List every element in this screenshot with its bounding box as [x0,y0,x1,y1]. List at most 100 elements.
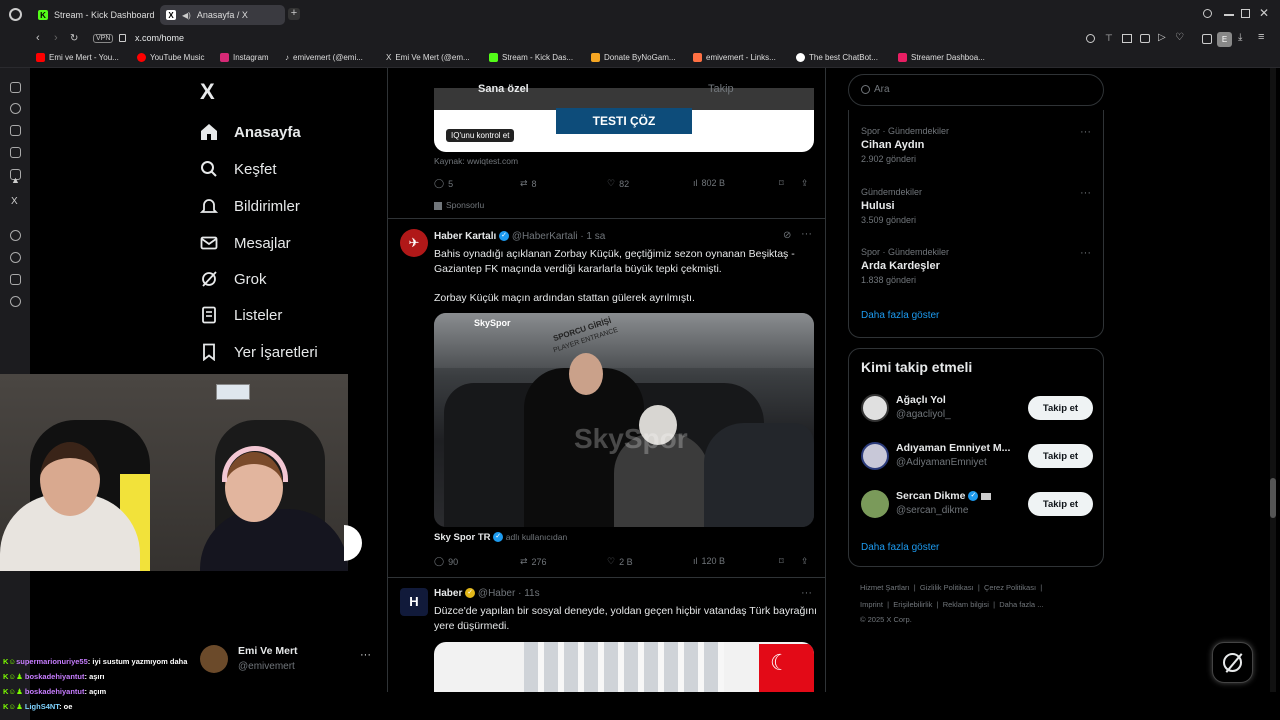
search-box[interactable]: Ara [848,74,1104,106]
follow-suggestion[interactable]: Ağaçlı Yol @agacliyol_ Takip et [861,391,1093,427]
profile-avatar[interactable]: E [1217,32,1232,47]
history-icon[interactable] [10,103,21,114]
footer-link[interactable]: Daha fazla ... [999,600,1043,609]
tweet[interactable]: H Haber ✓ @Haber · 11s ··· Düzce'de yapı… [388,578,825,692]
tweet[interactable]: ✈ Haber Kartalı ✓ @HaberKartali · 1 sa ⊘… [388,219,825,577]
heart-icon[interactable]: ♡ [1175,32,1184,43]
pinboard-icon[interactable] [10,125,21,136]
send-icon[interactable]: ▷ [1158,32,1166,43]
menu-icon[interactable]: ≡ [1258,31,1264,43]
follow-button[interactable]: Takip et [1028,444,1093,468]
more-options-icon[interactable]: ··· [1080,247,1091,259]
reply-button[interactable]: ◯ 90 [434,556,458,567]
bookmark-button[interactable]: ⌑ [779,178,784,189]
search-tabs-icon[interactable] [1203,9,1212,18]
opera-logo-icon[interactable] [9,8,22,21]
more-options-icon[interactable]: ··· [1080,187,1091,199]
gear-icon[interactable] [10,296,21,307]
more-options-icon[interactable]: ··· [801,228,812,240]
share-button[interactable]: ⇪ [801,556,809,567]
zoom-icon[interactable] [1086,34,1095,43]
footer-link[interactable]: Imprint [860,600,883,609]
snapshot-icon[interactable] [1122,34,1132,43]
scrollbar-thumb[interactable] [1270,478,1276,518]
share-button[interactable]: ⇪ [801,178,809,189]
footer-link[interactable]: Gizlilik Politikası [920,583,974,592]
tab-x-home[interactable]: X ◀) Anasayfa / X [160,5,285,25]
bookmark-item[interactable]: The best ChatBot... [796,53,878,62]
bookmark-item[interactable]: Streamer Dashboa... [898,53,985,62]
download-icon[interactable]: ⤓ [1238,32,1242,43]
like-button[interactable]: ♡ 82 [607,178,629,189]
nav-bookmarks[interactable]: Yer İşaretleri [200,338,318,366]
vpn-badge[interactable]: VPN [93,34,114,43]
follow-button[interactable]: Takip et [1028,492,1093,516]
nav-messages[interactable]: Mesajlar [200,229,291,257]
footer-link[interactable]: Hizmet Şartları [860,583,910,592]
avatar[interactable] [861,490,889,518]
tweet-time[interactable]: · 11s [518,588,540,599]
new-tab-button[interactable]: + [288,8,300,20]
credit-name[interactable]: Sky Spor TR [434,532,491,543]
nav-explore[interactable]: Keşfet [200,155,277,183]
minimize-button[interactable] [1224,14,1234,16]
reload-icon[interactable]: ↻ [70,33,78,44]
clock-icon[interactable] [10,252,21,263]
avatar[interactable] [861,394,889,422]
tab-following[interactable]: Takip [708,83,734,95]
ad-cta-button[interactable]: TESTI ÇÖZ [556,108,692,134]
pin-icon[interactable]: ⊤ [1105,33,1113,44]
nav-lists[interactable]: Listeler [200,301,282,329]
bookmark-item[interactable]: emivemert - Links... [693,53,776,62]
back-icon[interactable]: ‹ [36,32,40,44]
aria-icon[interactable]: ▲ [11,175,20,185]
tweet-media-video[interactable]: SPORCU GİRİŞİ PLAYER ENTRANCE SkySpor Sk… [434,313,814,527]
tab-kick-dashboard[interactable]: K Stream - Kick Dashboard [32,5,158,25]
views-button[interactable]: ıl 802 B [693,178,725,188]
more-options-icon[interactable]: ··· [801,587,812,599]
bookmark-item[interactable]: X Emi Ve Mert (@em... [386,53,470,62]
tweet-handle[interactable]: @HaberKartali [512,231,578,242]
maximize-button[interactable] [1241,9,1250,18]
bookmark-item[interactable]: Stream - Kick Das... [489,53,573,62]
tweet-author[interactable]: Haber [434,588,462,599]
follow-suggestion[interactable]: Sercan Dikme ✓ @sercan_dikme Takip et [861,487,1093,523]
settings-icon[interactable] [10,230,21,241]
tweet-time[interactable]: · 1 sa [580,231,605,242]
footer-link[interactable]: Reklam bilgisi [943,600,989,609]
more-options-icon[interactable]: ··· [1080,126,1091,138]
bookmark-button[interactable]: ⌑ [779,556,784,567]
footer-link[interactable]: Erişilebilirlik [893,600,932,609]
wallet-icon[interactable] [10,147,21,158]
bookmark-item[interactable]: YouTube Music [137,53,205,62]
grok-floating-button[interactable] [1212,642,1253,683]
retweet-button[interactable]: ⇄ 276 [520,556,547,567]
nav-grok[interactable]: Grok [200,265,267,293]
ad-source[interactable]: Kaynak: wwiqtest.com [434,156,518,166]
address-bar[interactable]: x.com/home [135,33,184,43]
bookmark-item[interactable]: ♪ emivemert (@emi... [285,53,363,62]
grok-action-icon[interactable]: ⊘ [783,230,791,241]
like-button[interactable]: ♡ 2 B [607,556,633,567]
x-app-icon[interactable]: X [11,196,18,207]
follow-button[interactable]: Takip et [1028,396,1093,420]
reply-button[interactable]: ◯ 5 [434,178,453,189]
bookmark-item[interactable]: Donate ByNoGam... [591,53,676,62]
trend-item[interactable]: Spor · Gündemdekiler Arda Kardeşler 1.83… [861,247,949,285]
views-button[interactable]: ıl 120 B [693,556,725,566]
close-window-button[interactable]: ✕ [1259,6,1269,20]
trend-item[interactable]: Spor · Gündemdekiler Cihan Aydın 2.902 g… [861,126,949,164]
account-switcher[interactable]: Emi Ve Mert @emivemert ··· [200,643,380,677]
trend-item[interactable]: Gündemdekiler Hulusi 3.509 gönderi [861,187,922,225]
tweet-handle[interactable]: @Haber [478,588,515,599]
forward-icon[interactable]: › [54,32,58,44]
nav-notifications[interactable]: Bildirimler [200,192,300,220]
extensions-rail-icon[interactable] [10,274,21,285]
tab-for-you[interactable]: Sana özel [478,83,529,95]
avatar[interactable]: H [400,588,428,616]
avatar[interactable]: ✈ [400,229,428,257]
avatar[interactable] [861,442,889,470]
nav-home[interactable]: Anasayfa [200,118,301,146]
messenger-icon[interactable] [10,82,21,93]
retweet-button[interactable]: ⇄ 8 [520,178,537,189]
